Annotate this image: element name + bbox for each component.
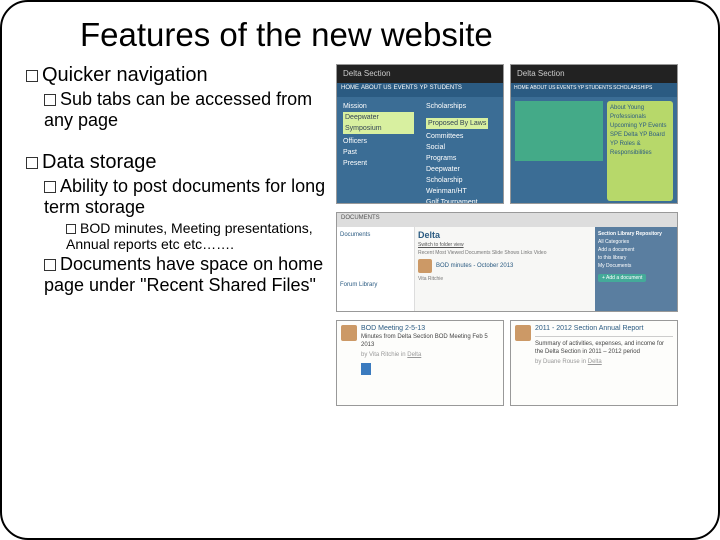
bullet-quicker: Quicker navigation	[26, 64, 336, 87]
thumb-menu: HOME ABOUT US EVENTS YP STUDENTS	[337, 83, 503, 97]
checkbox-icon	[26, 70, 38, 82]
checkbox-icon	[26, 157, 38, 169]
doc-thumb-3: 2011 - 2012 Section Annual Report Summar…	[510, 320, 678, 406]
bullet-docs-home: Documents have space on home page under …	[44, 254, 336, 296]
thumb-topbar: DOCUMENTS	[337, 213, 677, 227]
word-doc-icon	[361, 363, 371, 375]
nav-thumb-2: Delta Section HOME ABOUT US EVENTS YP ST…	[510, 64, 678, 204]
side-links: About Young Professionals Upcoming YP Ev…	[607, 101, 673, 201]
photo-placeholder	[515, 101, 603, 161]
doc-thumb-1: DOCUMENTS Documents Forum Library Delta …	[336, 212, 678, 312]
bullet-subtabs: Sub tabs can be accessed from any page	[44, 89, 336, 131]
slide: Features of the new website Quicker navi…	[0, 0, 720, 540]
thumb-menu: HOME ABOUT US EVENTS YP STUDENTS SCHOLAR…	[511, 83, 677, 97]
checkbox-icon	[66, 224, 76, 234]
bullet-bod: BOD minutes, Meeting presentations, Annu…	[66, 220, 336, 252]
thumbnail-column: Delta Section HOME ABOUT US EVENTS YP ST…	[336, 64, 686, 406]
doc-thumb-row: BOD Meeting 2-5-13 Minutes from Delta Se…	[336, 320, 686, 406]
thumb-header: Delta Section	[511, 65, 677, 83]
avatar-icon	[341, 325, 357, 341]
nav-thumb-1: Delta Section HOME ABOUT US EVENTS YP ST…	[336, 64, 504, 204]
bullet-data-storage: Data storage	[26, 151, 336, 174]
main-panel: Delta Switch to folder view Recent Most …	[415, 227, 595, 312]
add-doc-button: + Add a document	[598, 274, 646, 282]
avatar-icon	[515, 325, 531, 341]
right-panel: Section Library Repository All Categorie…	[595, 227, 677, 312]
checkbox-icon	[44, 94, 56, 106]
nav-thumb-row: Delta Section HOME ABOUT US EVENTS YP ST…	[336, 64, 686, 204]
avatar-icon	[418, 259, 432, 273]
thumb-header: Delta Section	[337, 65, 503, 83]
left-panel: Documents Forum Library	[337, 227, 415, 312]
bullet-ability: Ability to post documents for long term …	[44, 176, 336, 218]
slide-title: Features of the new website	[80, 16, 694, 54]
checkbox-icon	[44, 259, 56, 271]
doc-thumb-2: BOD Meeting 2-5-13 Minutes from Delta Se…	[336, 320, 504, 406]
text-column: Quicker navigation Sub tabs can be acces…	[26, 64, 336, 406]
content: Quicker navigation Sub tabs can be acces…	[26, 64, 694, 406]
checkbox-icon	[44, 181, 56, 193]
